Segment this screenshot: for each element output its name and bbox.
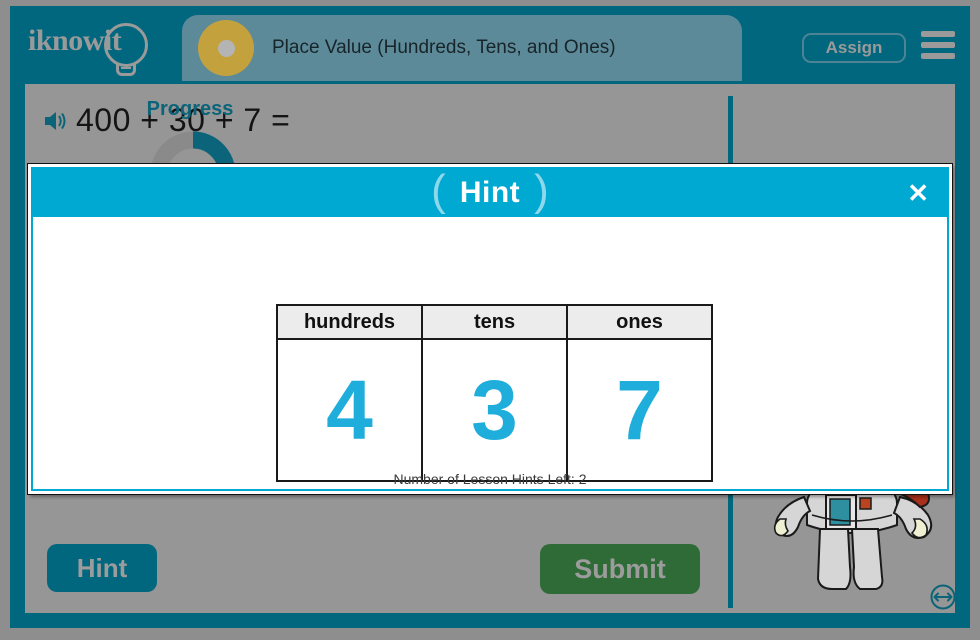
hint-modal-body: hundreds tens ones 4 3 7 Number of Lesso…: [33, 217, 947, 489]
hint-modal-inner: ( Hint ) ✕ hundreds tens ones 4 3 7 Numb…: [31, 167, 949, 491]
column-header-tens: tens: [421, 304, 568, 340]
hamburger-menu-icon[interactable]: [921, 31, 955, 59]
column-header-hundreds: hundreds: [276, 304, 423, 340]
hint-modal-title-wrap: ( Hint ): [431, 167, 549, 215]
column-header-ones: ones: [566, 304, 713, 340]
close-icon[interactable]: ✕: [907, 180, 929, 206]
site-logo[interactable]: iknowit: [25, 20, 175, 76]
speaker-audio-icon[interactable]: [43, 109, 69, 133]
progress-label: Progress: [146, 98, 234, 120]
digit-ones: 7: [566, 338, 713, 482]
table-row: 4 3 7: [276, 338, 713, 482]
digit-tens: 3: [421, 338, 568, 482]
place-value-table: hundreds tens ones 4 3 7: [276, 304, 713, 482]
hint-modal: ( Hint ) ✕ hundreds tens ones 4 3 7 Numb…: [28, 164, 952, 494]
lightbulb-icon: [104, 23, 148, 67]
app-header: iknowit Place Value (Hundreds, Tens, and…: [10, 6, 970, 84]
hints-left-text: Number of Lesson Hints Left: 2: [393, 471, 587, 487]
astronaut-mascot: [760, 476, 940, 599]
app-root: iknowit Place Value (Hundreds, Tens, and…: [0, 0, 980, 640]
hint-button[interactable]: Hint: [47, 544, 157, 592]
table-header-row: hundreds tens ones: [276, 304, 713, 340]
lesson-badge-icon: [198, 20, 254, 76]
submit-button[interactable]: Submit: [540, 544, 700, 594]
app-frame: iknowit Place Value (Hundreds, Tens, and…: [10, 6, 970, 628]
digit-hundreds: 4: [276, 338, 423, 482]
decorative-close-paren: ): [534, 167, 549, 215]
lesson-title: Place Value (Hundreds, Tens, and Ones): [272, 37, 616, 58]
decorative-open-paren: (: [431, 167, 446, 215]
assign-button[interactable]: Assign: [802, 33, 906, 63]
hint-modal-title: Hint: [459, 176, 521, 209]
lesson-title-pill: Place Value (Hundreds, Tens, and Ones): [182, 15, 742, 81]
resize-horizontal-icon[interactable]: [930, 584, 956, 610]
hint-modal-header: ( Hint ) ✕: [33, 169, 947, 217]
lesson-badge-inner-dot: [217, 39, 235, 57]
lightbulb-base-icon: [116, 64, 136, 76]
